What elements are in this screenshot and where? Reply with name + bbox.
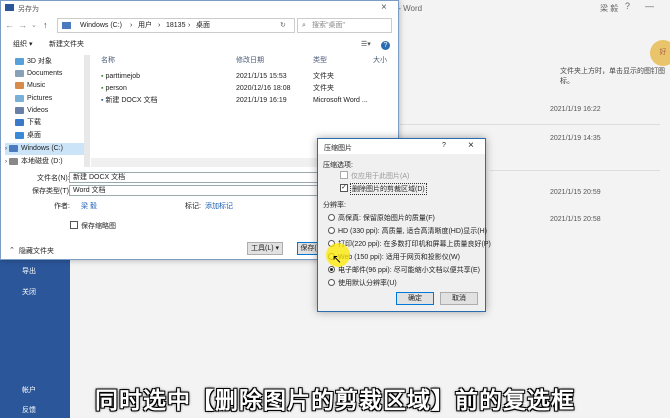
crumb[interactable]: Windows (C:) <box>80 19 122 32</box>
file-row[interactable]: ▪ parttimejob <box>101 71 140 82</box>
minimize-icon[interactable]: — <box>645 1 654 11</box>
user-name[interactable]: 梁 毅 <box>600 3 618 14</box>
filename-label: 文件名(N): <box>37 175 70 182</box>
avatar: 好 <box>650 40 670 66</box>
radio-email[interactable] <box>328 266 335 273</box>
folder-3d-icon <box>15 57 24 65</box>
nav-pictures[interactable]: Pictures <box>15 93 52 105</box>
help-icon[interactable]: ? <box>625 1 630 11</box>
close-icon[interactable]: × <box>468 140 474 151</box>
nav-local-d[interactable]: › 本地磁盘 (D:) <box>5 156 63 168</box>
pin-hint: 文件夹上方时，单击显示的图钉图标。 <box>560 68 665 85</box>
cancel-button[interactable]: 取消 <box>440 292 478 305</box>
chevron-down-icon[interactable]: ⌄ <box>31 21 37 29</box>
file-row[interactable]: ▪ person <box>101 83 127 94</box>
nav-desktop[interactable]: 桌面 <box>15 130 41 142</box>
nav-documents[interactable]: Documents <box>15 68 62 80</box>
new-folder-button[interactable]: 新建文件夹 <box>49 38 84 52</box>
forward-arrow-icon[interactable]: → <box>18 20 27 30</box>
view-icon[interactable]: ☰▾ <box>361 38 371 52</box>
back-arrow-icon[interactable]: ← <box>5 20 14 30</box>
word-icon <box>5 4 14 11</box>
thumbnail-checkbox[interactable] <box>70 221 78 229</box>
help-icon[interactable]: ? <box>442 142 446 149</box>
recent-date: 2021/1/19 16:22 <box>550 106 601 113</box>
dialog-title: 压缩图片 <box>324 145 352 152</box>
video-caption: 同时选中【删除图片的剪裁区域】前的复选框 <box>95 388 575 414</box>
nav-close[interactable]: 关闭 <box>0 287 70 297</box>
close-icon[interactable]: × <box>381 2 387 13</box>
dialog-titlebar: 另存为 × <box>1 1 398 17</box>
chevron-up-icon[interactable]: ⌃ <box>9 246 15 254</box>
author-value[interactable]: 梁 毅 <box>81 201 97 211</box>
folder-icon: ▪ <box>101 73 104 80</box>
download-icon <box>15 118 24 126</box>
word-doc-icon: ▪ <box>101 97 104 104</box>
radio-hd[interactable] <box>328 227 335 234</box>
author-label: 作者: <box>54 203 70 210</box>
videos-icon <box>15 106 24 114</box>
compress-pictures-dialog: 压缩图片 ? × 压缩选项: 仅应用于此图片(A) ✓ 删除图片的剪裁区域(D)… <box>317 138 491 312</box>
search-input[interactable]: ⌕ 搜索"桌面" <box>297 18 392 33</box>
refresh-icon[interactable]: ↻ <box>280 19 286 32</box>
tag-value[interactable]: 添加标记 <box>205 201 233 211</box>
desktop-icon <box>15 131 24 139</box>
drive-icon <box>9 144 18 152</box>
column-date[interactable]: 修改日期 <box>236 55 264 65</box>
folder-icon: ▪ <box>101 85 104 92</box>
column-size[interactable]: 大小 <box>373 55 387 65</box>
tools-button[interactable]: 工具(L) ▾ <box>247 242 283 255</box>
ok-button[interactable]: 确定 <box>396 292 434 305</box>
nav-pane: 3D 对象 Documents Music Pictures Videos 下载… <box>1 53 89 171</box>
recent-date: 2021/1/19 14:35 <box>550 135 601 142</box>
radio-high-fidelity[interactable] <box>328 214 335 221</box>
hide-folders-button[interactable]: 隐藏文件夹 <box>19 246 54 256</box>
apply-only-label: 仅应用于此图片(A) <box>351 173 410 180</box>
nav-videos[interactable]: Videos <box>15 105 48 117</box>
up-arrow-icon[interactable]: ↑ <box>43 20 48 30</box>
recent-date: 2021/1/15 20:59 <box>550 189 601 196</box>
divider <box>490 170 660 171</box>
column-type[interactable]: 类型 <box>313 55 327 65</box>
mouse-pointer-icon: ↖ <box>332 252 343 266</box>
nav-3d[interactable]: 3D 对象 <box>15 56 52 68</box>
address-bar[interactable]: Windows (C:) › 用户 › 18135 › 桌面 ↻ <box>57 18 295 33</box>
nav-scrollbar[interactable] <box>84 55 90 167</box>
nav-export[interactable]: 导出 <box>0 266 70 276</box>
dialog-title: 另存为 <box>18 6 39 13</box>
crumb[interactable]: 18135 <box>166 19 185 32</box>
nav-downloads[interactable]: 下载 <box>15 117 41 129</box>
crumb[interactable]: 桌面 <box>196 19 210 32</box>
nav-windows-c[interactable]: › Windows (C:) <box>5 143 87 155</box>
options-label: 压缩选项: <box>323 162 353 169</box>
delete-crop-label: 删除图片的剪裁区域(D) <box>350 183 427 195</box>
column-name[interactable]: 名称 <box>101 55 115 65</box>
radio-default[interactable] <box>328 279 335 286</box>
crumb[interactable]: 用户 <box>138 19 152 32</box>
recent-date: 2021/1/15 20:58 <box>550 216 601 223</box>
dialog-titlebar: 压缩图片 ? × <box>318 139 485 154</box>
delete-crop-checkbox[interactable]: ✓ <box>340 184 348 192</box>
drive-icon <box>9 157 18 165</box>
drive-icon <box>62 22 71 29</box>
search-icon: ⌕ <box>302 22 306 29</box>
thumbnail-label: 保存缩略图 <box>81 223 116 230</box>
documents-icon <box>15 69 24 77</box>
nav-music[interactable]: Music <box>15 80 45 92</box>
savetype-label: 保存类型(T): <box>32 188 71 195</box>
resolution-label: 分辨率: <box>323 202 346 209</box>
file-row[interactable]: ▪ 新建 DOCX 文档 <box>101 95 158 106</box>
music-icon <box>15 81 24 89</box>
organize-menu[interactable]: 组织 ▾ <box>13 38 32 52</box>
help-icon[interactable]: ? <box>381 41 390 50</box>
divider <box>400 124 660 125</box>
apply-only-checkbox[interactable] <box>340 171 348 179</box>
tag-label: 标记: <box>185 203 201 210</box>
pictures-icon <box>15 94 24 102</box>
